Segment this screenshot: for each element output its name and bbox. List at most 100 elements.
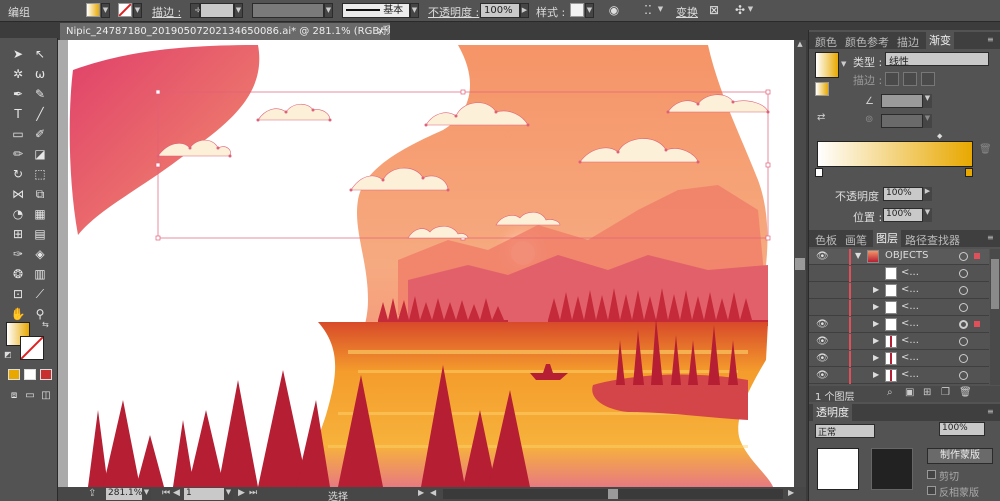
eyedropper-tool-icon[interactable]: ✑ bbox=[10, 246, 26, 262]
layer-name[interactable]: <... bbox=[901, 301, 919, 312]
new-layer-icon[interactable]: ❐ bbox=[941, 387, 950, 398]
tab-layers[interactable]: 图层 bbox=[873, 230, 901, 247]
gradient-preview-swatch[interactable] bbox=[815, 52, 839, 78]
graphic-style-swatch[interactable] bbox=[570, 3, 584, 17]
slice-tool-icon[interactable]: ⟋ bbox=[32, 286, 48, 302]
brush-definition[interactable]: 基本 bbox=[342, 3, 410, 18]
free-transform-tool-icon[interactable]: ⧉ bbox=[32, 186, 48, 202]
layer-row[interactable]: 👁 ▶ <... bbox=[809, 334, 989, 350]
stroke-dropdown-icon[interactable]: ▼ bbox=[133, 3, 142, 18]
horizontal-scrollbar[interactable] bbox=[443, 489, 783, 499]
arrange-dropdown-icon[interactable]: ▼ bbox=[746, 3, 755, 18]
rectangle-tool-icon[interactable]: ▭ bbox=[10, 126, 26, 142]
profile-dropdown-icon[interactable]: ▼ bbox=[324, 3, 333, 18]
mesh-tool-icon[interactable]: ⊞ bbox=[10, 226, 26, 242]
screen-mode-icon[interactable]: ▭ bbox=[22, 388, 38, 404]
tab-swatches[interactable]: 色板 bbox=[815, 232, 837, 248]
gradient-location-dropdown-icon[interactable]: ▼ bbox=[923, 208, 932, 222]
visibility-eye-icon[interactable]: 👁 bbox=[816, 370, 829, 381]
layer-row[interactable]: <... bbox=[809, 266, 989, 282]
vertical-scroll-thumb[interactable] bbox=[795, 258, 805, 270]
direct-selection-tool-icon[interactable]: ↖ bbox=[32, 46, 48, 62]
blend-mode-select[interactable]: 正常 bbox=[815, 424, 875, 438]
artboard[interactable] bbox=[68, 40, 794, 487]
object-thumbnail[interactable] bbox=[817, 448, 859, 490]
symbol-sprayer-tool-icon[interactable]: ❂ bbox=[10, 266, 26, 282]
curvature-tool-icon[interactable]: ✎ bbox=[32, 86, 48, 102]
document-tab[interactable]: Nipic_24787180_20190507202134650086.ai* … bbox=[60, 23, 390, 40]
first-artboard-icon[interactable]: ⏮ bbox=[162, 488, 170, 498]
gradient-mode-button[interactable] bbox=[24, 369, 36, 380]
pencil-tool-icon[interactable]: ✏ bbox=[10, 146, 26, 162]
width-tool-icon[interactable]: ⋈ bbox=[10, 186, 26, 202]
fill-swatch[interactable] bbox=[86, 3, 100, 17]
shape-builder-tool-icon[interactable]: ◔ bbox=[10, 206, 26, 222]
open-in-bridge-icon[interactable]: ⇪ bbox=[88, 488, 96, 499]
tab-brushes[interactable]: 画笔 bbox=[845, 232, 867, 248]
gradient-opacity-input[interactable]: 100% bbox=[883, 187, 923, 201]
scroll-up-icon[interactable]: ▲ bbox=[794, 40, 806, 50]
gradient-stroke-swatch[interactable] bbox=[815, 82, 829, 96]
opacity-input[interactable]: 100% bbox=[480, 3, 520, 18]
layer-row-objects[interactable]: 👁 ▼ OBJECTS bbox=[809, 249, 989, 265]
tab-gradient[interactable]: 渐变 bbox=[926, 32, 954, 49]
layer-name[interactable]: <... bbox=[901, 352, 919, 363]
gradient-angle-input[interactable] bbox=[881, 94, 923, 108]
lasso-tool-icon[interactable]: ω bbox=[32, 66, 48, 82]
stroke-weight-stepper[interactable]: ÷ bbox=[190, 3, 202, 18]
new-sublayer-icon[interactable]: ⊞ bbox=[923, 387, 931, 398]
tab-color-guide[interactable]: 颜色参考 bbox=[845, 34, 889, 50]
layer-name[interactable]: <... bbox=[901, 267, 919, 278]
blend-tool-icon[interactable]: ◈ bbox=[32, 246, 48, 262]
stroke-label[interactable]: 描边 : bbox=[152, 4, 181, 20]
transform-label[interactable]: 变换 bbox=[676, 4, 698, 20]
gradient-preset-dropdown-icon[interactable]: ▼ bbox=[841, 60, 846, 68]
layer-name[interactable]: <... bbox=[901, 369, 919, 380]
last-artboard-icon[interactable]: ⏭ bbox=[249, 488, 257, 498]
gradient-opacity-dropdown-icon[interactable]: ▶ bbox=[923, 187, 932, 201]
selection-indicator[interactable] bbox=[974, 253, 980, 259]
layer-name[interactable]: OBJECTS bbox=[885, 250, 928, 261]
stroke-option-2[interactable] bbox=[903, 72, 917, 86]
eraser-tool-icon[interactable]: ◪ bbox=[32, 146, 48, 162]
perspective-grid-tool-icon[interactable]: ▦ bbox=[32, 206, 48, 222]
tab-color[interactable]: 颜色 bbox=[815, 34, 837, 50]
close-tab-icon[interactable]: × bbox=[377, 23, 385, 40]
expand-arrow-icon[interactable]: ▶ bbox=[873, 353, 879, 362]
opacity-dropdown-icon[interactable]: ▶ bbox=[520, 3, 529, 18]
gradient-aspect-input[interactable] bbox=[881, 114, 923, 128]
gradient-stop-start[interactable] bbox=[815, 168, 823, 177]
stroke-swatch[interactable] bbox=[118, 3, 132, 17]
zoom-level-input[interactable]: 281.1% bbox=[106, 488, 142, 500]
visibility-eye-icon[interactable]: 👁 bbox=[816, 336, 829, 347]
line-tool-icon[interactable]: ╱ bbox=[32, 106, 48, 122]
swap-colors-icon[interactable]: ⇆ bbox=[42, 320, 49, 329]
clip-checkbox[interactable] bbox=[927, 470, 936, 479]
selection-tool-icon[interactable]: ➤ bbox=[10, 46, 26, 62]
layer-row-selected[interactable]: 👁 ▶ <... bbox=[809, 317, 989, 333]
aspect-dropdown-icon[interactable]: ▼ bbox=[923, 114, 932, 128]
color-mode-button[interactable] bbox=[8, 369, 20, 380]
stroke-option-1[interactable] bbox=[885, 72, 899, 86]
layer-name[interactable]: <... bbox=[901, 284, 919, 295]
rotate-tool-icon[interactable]: ↻ bbox=[10, 166, 26, 182]
make-mask-button[interactable]: 制作蒙版 bbox=[927, 448, 993, 464]
target-circle-icon[interactable] bbox=[959, 371, 968, 380]
visibility-eye-icon[interactable]: 👁 bbox=[816, 319, 829, 330]
panel-menu-icon[interactable]: ≡ bbox=[987, 35, 994, 44]
mask-thumbnail[interactable] bbox=[871, 448, 913, 490]
status-menu-icon[interactable]: ▶ bbox=[418, 488, 424, 497]
scroll-right-icon[interactable]: ▶ bbox=[788, 488, 794, 497]
artboard-tool-icon[interactable]: ⊡ bbox=[10, 286, 26, 302]
target-circle-icon[interactable] bbox=[959, 320, 968, 329]
expand-arrow-icon[interactable]: ▶ bbox=[873, 285, 879, 294]
gradient-midpoint-icon[interactable]: ◆ bbox=[937, 132, 942, 140]
target-circle-icon[interactable] bbox=[959, 303, 968, 312]
pen-tool-icon[interactable]: ✒ bbox=[10, 86, 26, 102]
isolate-group-icon[interactable]: ⊠ bbox=[706, 3, 722, 17]
none-mode-button[interactable] bbox=[40, 369, 52, 380]
gradient-tool-icon[interactable]: ▤ bbox=[32, 226, 48, 242]
artboard-number-input[interactable]: 1 bbox=[184, 488, 224, 500]
expand-arrow-icon[interactable]: ▶ bbox=[873, 319, 879, 328]
gradient-location-input[interactable]: 100% bbox=[883, 208, 923, 222]
